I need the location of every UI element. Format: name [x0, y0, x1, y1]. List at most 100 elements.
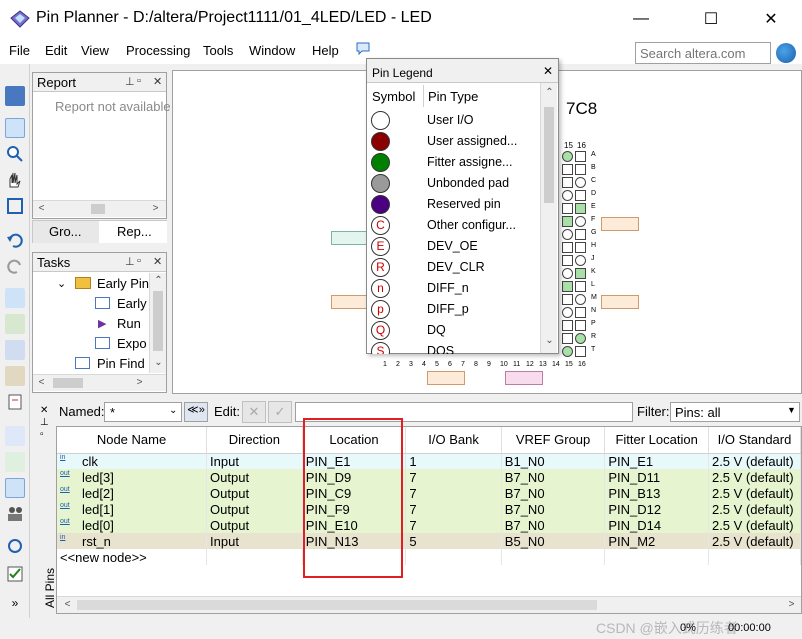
hand-tool-icon[interactable]: [5, 170, 25, 190]
toolbar-window-icon[interactable]: [5, 86, 25, 106]
pin-pad[interactable]: [575, 346, 586, 357]
table-row[interactable]: out led[1] Output PIN_F9 7 B7_N0 PIN_D12 2.5 V …: [57, 501, 801, 517]
table-cell-fitter[interactable]: PIN_M2: [604, 533, 709, 549]
menu-tools[interactable]: Tools: [203, 43, 233, 58]
table-cell-vref[interactable]: B7_N0: [501, 485, 606, 501]
pin-pad[interactable]: [575, 281, 586, 292]
empty-cell[interactable]: [708, 549, 801, 565]
table-cell-direction[interactable]: Output: [206, 501, 303, 517]
table-cell-std[interactable]: 2.5 V (default): [708, 517, 801, 533]
table-cell-fitter[interactable]: PIN_B13: [604, 485, 709, 501]
menu-help[interactable]: Help: [312, 43, 339, 58]
table-cell-name[interactable]: out led[2]: [57, 485, 208, 501]
pin-grid[interactable]: [562, 151, 590, 361]
pin-pad[interactable]: [575, 177, 586, 188]
close-panel-icon[interactable]: ✕: [153, 75, 162, 88]
table-row[interactable]: in rst_n Input PIN_N13 5 B5_N0 PIN_M2 2.5 V (de…: [57, 533, 801, 549]
empty-cell[interactable]: [501, 549, 606, 565]
empty-cell[interactable]: [405, 549, 502, 565]
table-cell-std[interactable]: 2.5 V (default): [708, 453, 801, 469]
maximize-button[interactable]: ☐: [688, 0, 734, 38]
close-button[interactable]: ✕: [748, 0, 794, 38]
table-hscrollbar[interactable]: < >: [57, 596, 801, 613]
table-cell-std[interactable]: 2.5 V (default): [708, 469, 801, 485]
menu-processing[interactable]: Processing: [126, 43, 190, 58]
table-row[interactable]: out led[2] Output PIN_C9 7 B7_N0 PIN_B13 2.5 V …: [57, 485, 801, 501]
edit-cancel-icon[interactable]: ✕: [242, 401, 266, 423]
table-cell-direction[interactable]: Output: [206, 485, 303, 501]
pin-node-box[interactable]: [331, 295, 367, 309]
pin-node-box[interactable]: [601, 295, 639, 309]
empty-cell[interactable]: [206, 549, 303, 565]
pin-pad[interactable]: [562, 346, 573, 357]
tasks-vscrollbar[interactable]: ⌃ ⌄: [149, 273, 166, 373]
pin-pad[interactable]: [575, 164, 586, 175]
close-panel-icon[interactable]: ✕: [40, 405, 48, 416]
pin-pad[interactable]: [575, 307, 586, 318]
named-combo[interactable]: * ⌄: [104, 402, 182, 422]
table-cell-bank[interactable]: 7: [405, 469, 502, 485]
pin-pad[interactable]: [562, 151, 573, 162]
table-cell-direction[interactable]: Input: [206, 453, 303, 469]
pin-pad[interactable]: [562, 294, 573, 305]
pin-panel-icon[interactable]: ⊥: [125, 75, 135, 88]
pin-pad[interactable]: [562, 255, 573, 266]
close-legend-icon[interactable]: ✕: [543, 64, 553, 78]
check-icon[interactable]: [5, 564, 25, 584]
pin-pad[interactable]: [562, 164, 573, 175]
pin-pad[interactable]: [562, 333, 573, 344]
io-bank-icon[interactable]: [5, 314, 25, 334]
column-header[interactable]: Direction: [206, 427, 303, 454]
pin-node-box[interactable]: [331, 231, 367, 245]
table-cell-direction[interactable]: Input: [206, 533, 303, 549]
redo-icon[interactable]: [5, 256, 25, 276]
table-cell-std[interactable]: 2.5 V (default): [708, 533, 801, 549]
menu-window[interactable]: Window: [249, 43, 295, 58]
task-export[interactable]: Expo: [117, 336, 147, 351]
pin-node-box[interactable]: [505, 371, 543, 385]
pin-pad[interactable]: [575, 190, 586, 201]
pin-pad[interactable]: [562, 177, 573, 188]
pin-pad[interactable]: [562, 281, 573, 292]
diff-pair-icon[interactable]: [5, 478, 25, 498]
task-run[interactable]: Run: [117, 316, 141, 331]
table-cell-fitter[interactable]: PIN_D12: [604, 501, 709, 517]
globe-icon[interactable]: [776, 43, 796, 63]
tab-groups[interactable]: Gro...: [33, 221, 99, 243]
table-cell-fitter[interactable]: PIN_D11: [604, 469, 709, 485]
pin-pad[interactable]: [562, 216, 573, 227]
people-icon[interactable]: [5, 504, 25, 524]
pin-pad[interactable]: [575, 255, 586, 266]
table-row[interactable]: out led[3] Output PIN_D9 7 B7_N0 PIN_D11 2.5 V …: [57, 469, 801, 485]
edit-accept-icon[interactable]: ✓: [268, 401, 292, 423]
select-tool-icon[interactable]: [5, 118, 25, 138]
pin-pad[interactable]: [575, 151, 586, 162]
tasks-hscrollbar[interactable]: < >: [33, 374, 166, 391]
pin-view-icon[interactable]: [5, 288, 25, 308]
table-cell-bank[interactable]: 5: [405, 533, 502, 549]
float-panel-icon[interactable]: ▫: [40, 429, 44, 440]
menu-edit[interactable]: Edit: [45, 43, 67, 58]
minimize-button[interactable]: —: [618, 0, 664, 38]
pin-pad[interactable]: [562, 203, 573, 214]
table-cell-name[interactable]: out led[3]: [57, 469, 208, 485]
table-cell-vref[interactable]: B7_N0: [501, 517, 606, 533]
pin-pad[interactable]: [575, 216, 586, 227]
table-row[interactable]: in clk Input PIN_E1 1 B1_N0 PIN_E1 2.5 V (defau…: [57, 453, 801, 469]
export-icon[interactable]: [5, 392, 25, 412]
table-cell-vref[interactable]: B7_N0: [501, 501, 606, 517]
float-panel-icon[interactable]: ▫: [137, 255, 141, 267]
table-cell-name[interactable]: out led[1]: [57, 501, 208, 517]
column-header[interactable]: VREF Group: [501, 427, 606, 454]
column-header[interactable]: I/O Standard: [708, 427, 801, 454]
pin-panel-icon[interactable]: ⊥: [40, 417, 49, 428]
pin-pad[interactable]: [575, 333, 586, 344]
pin-pad[interactable]: [562, 242, 573, 253]
table-cell-vref[interactable]: B7_N0: [501, 469, 606, 485]
pin-pad[interactable]: [562, 307, 573, 318]
pin-pad[interactable]: [575, 203, 586, 214]
list-view-icon[interactable]: [5, 340, 25, 360]
new-node-row[interactable]: <<new node>>: [57, 549, 801, 565]
table-cell-direction[interactable]: Output: [206, 517, 303, 533]
menu-file[interactable]: File: [9, 43, 30, 58]
